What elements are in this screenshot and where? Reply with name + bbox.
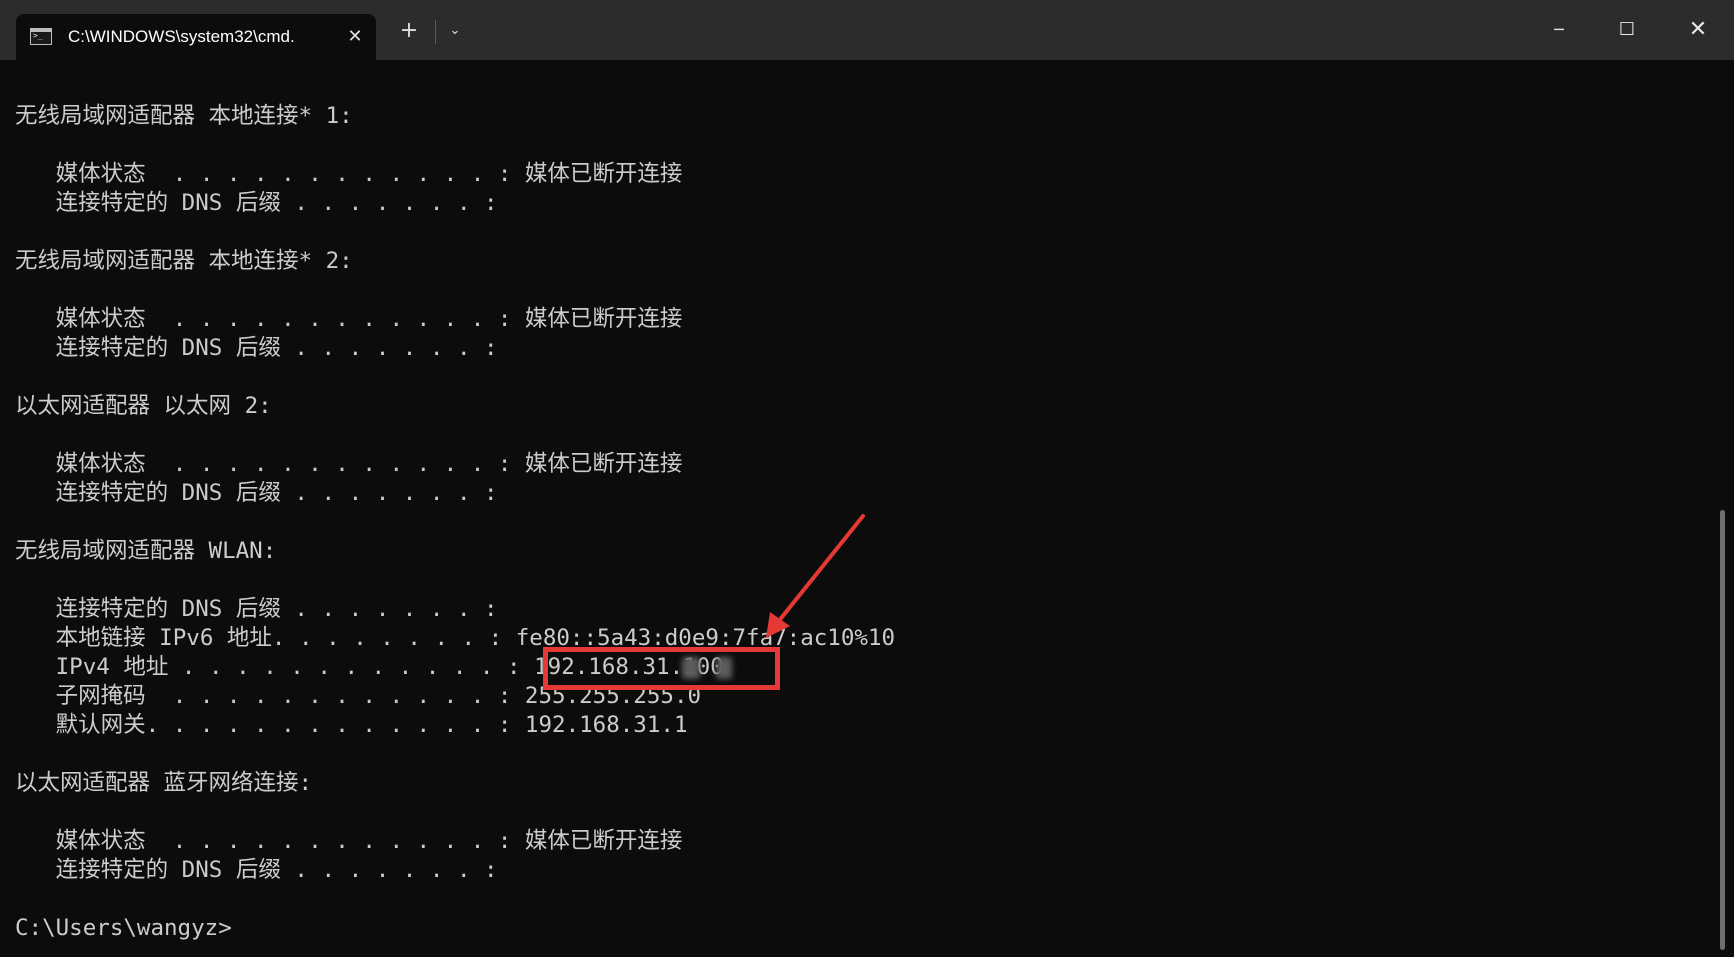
terminal-line: 无线局域网适配器 WLAN: bbox=[15, 538, 277, 564]
cmd-icon bbox=[30, 28, 52, 45]
terminal-line: 以太网适配器 蓝牙网络连接: bbox=[15, 770, 313, 796]
chevron-down-icon[interactable]: ⌄ bbox=[440, 16, 470, 46]
minimize-button[interactable]: ─ bbox=[1525, 0, 1593, 60]
maximize-button[interactable]: ☐ bbox=[1593, 0, 1661, 60]
terminal-line: 连接特定的 DNS 后缀 . . . . . . . : bbox=[15, 480, 498, 506]
terminal-line: C:\Users\wangyz> bbox=[15, 915, 232, 941]
terminal-line: 媒体状态 . . . . . . . . . . . . : 媒体已断开连接 bbox=[15, 451, 683, 477]
terminal-output[interactable]: 无线局域网适配器 本地连接* 1: 媒体状态 . . . . . . . . .… bbox=[0, 60, 1720, 957]
titlebar-divider bbox=[435, 20, 436, 44]
terminal-line: 媒体状态 . . . . . . . . . . . . : 媒体已断开连接 bbox=[15, 306, 683, 332]
tab-close-icon[interactable]: ✕ bbox=[344, 26, 366, 48]
terminal-line: 以太网适配器 以太网 2: bbox=[15, 393, 272, 419]
terminal-line: 无线局域网适配器 本地连接* 2: bbox=[15, 248, 353, 274]
terminal-line: 媒体状态 . . . . . . . . . . . . : 媒体已断开连接 bbox=[15, 828, 683, 854]
ipv4-highlight-box bbox=[543, 647, 780, 690]
terminal-line: 连接特定的 DNS 后缀 . . . . . . . : bbox=[15, 857, 498, 883]
terminal-line: 媒体状态 . . . . . . . . . . . . : 媒体已断开连接 bbox=[15, 161, 683, 187]
terminal-line: 默认网关. . . . . . . . . . . . . : 192.168.… bbox=[15, 712, 688, 738]
tab-title: C:\WINDOWS\system32\cmd. bbox=[68, 27, 295, 46]
close-button[interactable]: ✕ bbox=[1664, 0, 1732, 60]
terminal-line: 连接特定的 DNS 后缀 . . . . . . . : bbox=[15, 596, 498, 622]
title-bar[interactable]: C:\WINDOWS\system32\cmd. ✕ + ⌄ ─ ☐ ✕ bbox=[0, 0, 1734, 60]
tab-cmd[interactable]: C:\WINDOWS\system32\cmd. ✕ bbox=[16, 14, 376, 60]
terminal-line: 无线局域网适配器 本地连接* 1: bbox=[15, 103, 353, 129]
new-tab-button[interactable]: + bbox=[392, 16, 426, 46]
scrollbar-thumb[interactable] bbox=[1720, 510, 1725, 950]
terminal-window: C:\WINDOWS\system32\cmd. ✕ + ⌄ ─ ☐ ✕ 无线局… bbox=[0, 0, 1734, 957]
terminal-line: 连接特定的 DNS 后缀 . . . . . . . : bbox=[15, 335, 498, 361]
terminal-line: 连接特定的 DNS 后缀 . . . . . . . : bbox=[15, 190, 498, 216]
